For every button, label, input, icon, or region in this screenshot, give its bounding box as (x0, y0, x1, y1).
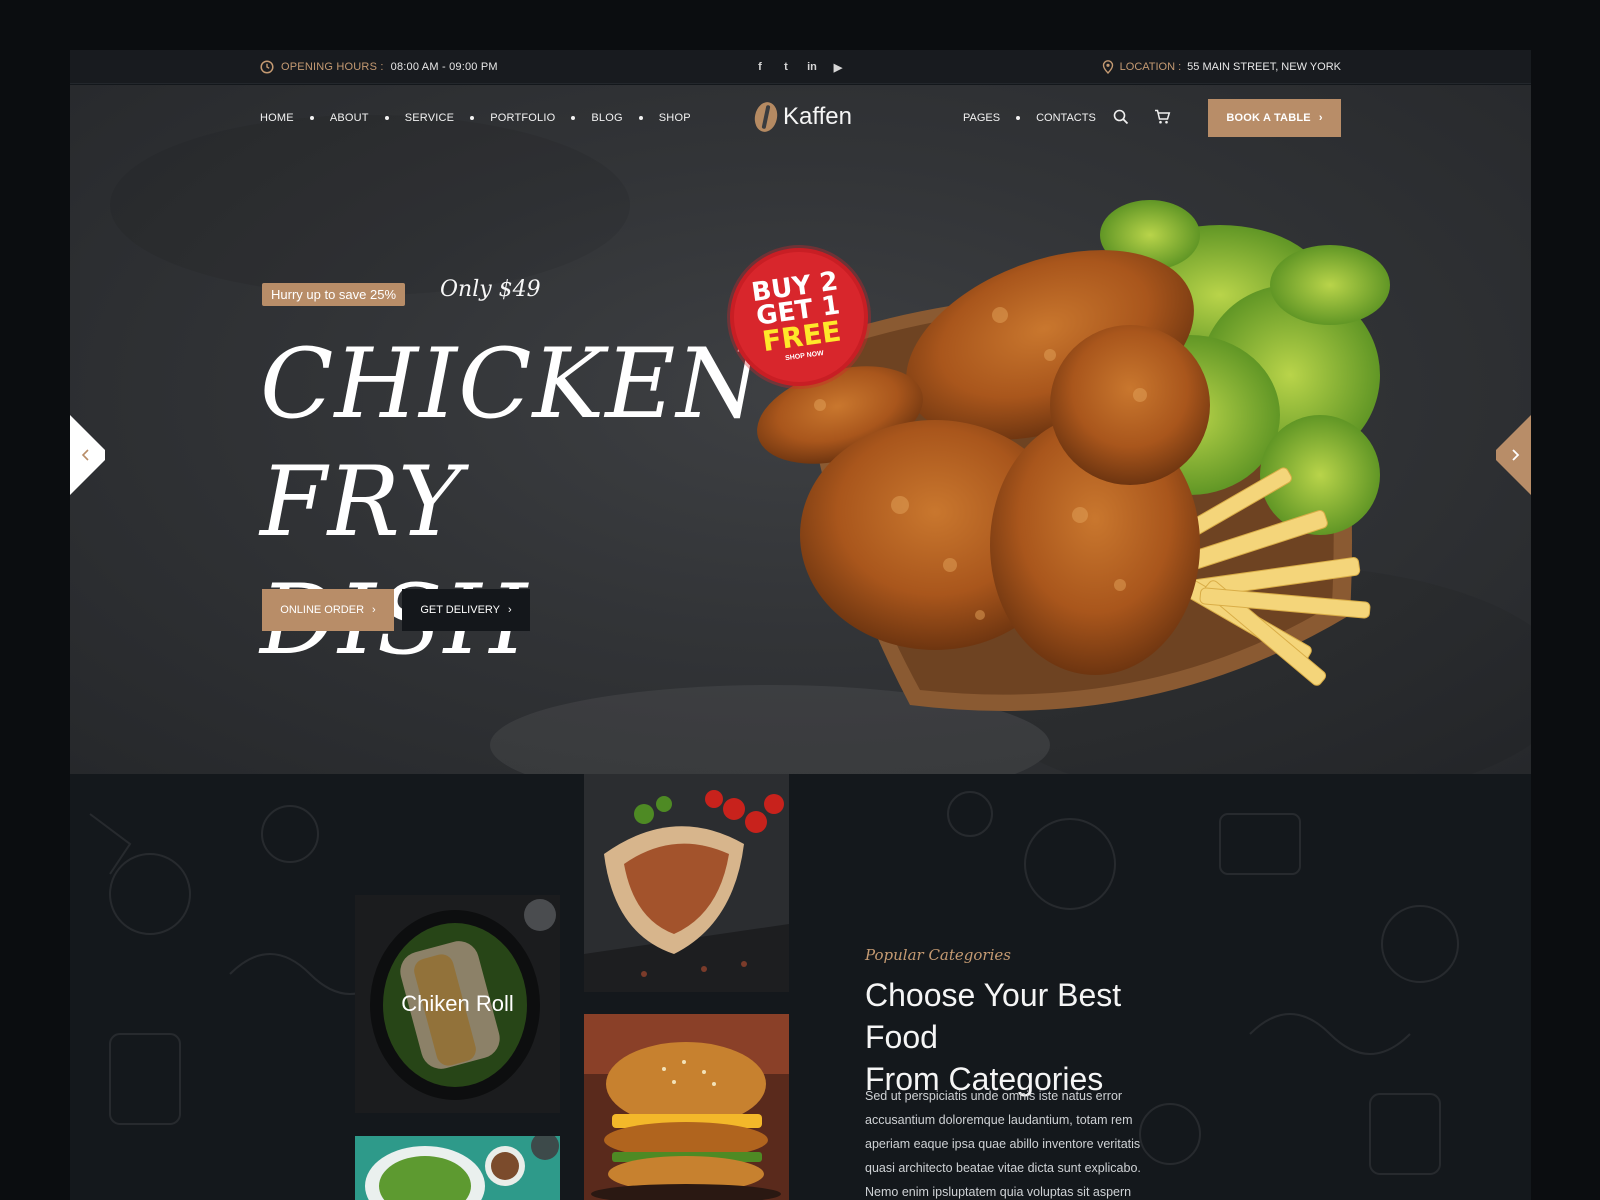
category-card-salad[interactable] (355, 1136, 560, 1200)
search-icon (1113, 109, 1129, 125)
slider-next-button[interactable] (1496, 415, 1531, 495)
category-card-wrap[interactable] (584, 774, 789, 992)
nav-separator (638, 115, 643, 120)
get-delivery-label: GET DELIVERY (420, 604, 500, 616)
get-delivery-button[interactable]: GET DELIVERY › (402, 589, 530, 631)
headline-line-1: CHICKEN (260, 328, 762, 440)
clock-icon (260, 60, 274, 74)
chevron-right-icon: › (508, 604, 512, 616)
salad-bowl-image (355, 1136, 560, 1200)
search-button[interactable] (1112, 109, 1130, 127)
nav-contacts[interactable]: CONTACTS (1036, 112, 1096, 124)
cart-button[interactable] (1153, 109, 1171, 127)
social-links: f t in ▶ (754, 50, 844, 84)
section-title: Choose Your Best Food From Categories (865, 974, 1185, 1100)
location-label: LOCATION : (1119, 61, 1182, 73)
nav-portfolio[interactable]: PORTFOLIO (490, 112, 555, 124)
linkedin-icon[interactable]: in (806, 61, 818, 73)
book-table-button[interactable]: BOOK A TABLE › (1208, 99, 1341, 137)
hours-label: OPENING HOURS : (281, 61, 384, 73)
top-info-bar: OPENING HOURS : 08:00 AM - 09:00 PM f t … (70, 50, 1531, 84)
slider-prev-button[interactable] (70, 415, 105, 495)
nav-left-menu: HOME ABOUT SERVICE PORTFOLIO BLOG SHOP (260, 85, 691, 150)
popular-categories-section: Chiken Roll Popular Categories Choose Yo… (70, 774, 1531, 1200)
online-order-label: ONLINE ORDER (280, 604, 365, 616)
website-page: OPENING HOURS : 08:00 AM - 09:00 PM f t … (70, 50, 1531, 1200)
section-eyebrow: Popular Categories (865, 946, 1011, 964)
map-pin-icon (1102, 60, 1113, 74)
nav-home[interactable]: HOME (260, 112, 294, 124)
nav-separator (571, 115, 576, 120)
hours-value: 08:00 AM - 09:00 PM (390, 61, 498, 73)
nav-separator (1016, 115, 1021, 120)
hero-price: Only $49 (440, 277, 541, 302)
shawarma-wrap-image (584, 774, 789, 992)
nav-blog[interactable]: BLOG (591, 112, 622, 124)
location-info: LOCATION : 55 MAIN STREET, NEW YORK (1102, 50, 1341, 84)
opening-hours: OPENING HOURS : 08:00 AM - 09:00 PM (260, 50, 498, 84)
headline-line-2: FRY DISH (260, 446, 529, 676)
facebook-icon[interactable]: f (754, 61, 766, 73)
online-order-button[interactable]: ONLINE ORDER › (262, 589, 394, 631)
category-card-burger[interactable] (584, 1014, 789, 1200)
nav-service[interactable]: SERVICE (405, 112, 455, 124)
cart-icon (1154, 109, 1170, 124)
brand-logo[interactable]: Kaffen (752, 100, 852, 134)
nav-separator (384, 115, 389, 120)
section-description: Sed ut perspiciatis unde omnis iste natu… (865, 1089, 1141, 1199)
coffee-bean-icon (752, 100, 780, 134)
chevron-right-icon: › (1318, 112, 1323, 124)
hero-section: HOME ABOUT SERVICE PORTFOLIO BLOG SHOP K… (70, 85, 1531, 774)
nav-separator (470, 115, 475, 120)
section-title-line-1: Choose Your Best Food (865, 977, 1122, 1055)
burger-image (584, 1014, 789, 1200)
nav-separator (309, 115, 314, 120)
chevron-right-icon: › (372, 604, 376, 616)
youtube-icon[interactable]: ▶ (832, 61, 844, 74)
book-table-label: BOOK A TABLE (1226, 112, 1311, 124)
discount-tag: Hurry up to save 25% (262, 283, 406, 306)
category-card-chiken-roll[interactable]: Chiken Roll (355, 895, 560, 1113)
category-label: Chiken Roll (401, 991, 514, 1016)
nav-pages[interactable]: PAGES (963, 112, 1000, 124)
badge-line-3: FREE (760, 313, 844, 358)
nav-about[interactable]: ABOUT (330, 112, 369, 124)
nav-right-menu: PAGES CONTACTS (963, 85, 1096, 150)
location-value: 55 MAIN STREET, NEW YORK (1187, 61, 1341, 73)
nav-shop[interactable]: SHOP (659, 112, 691, 124)
main-navigation: HOME ABOUT SERVICE PORTFOLIO BLOG SHOP K… (70, 85, 1531, 150)
doodle-pattern (89, 791, 1459, 1175)
brand-name: Kaffen (783, 103, 852, 130)
twitter-icon[interactable]: t (780, 61, 792, 73)
